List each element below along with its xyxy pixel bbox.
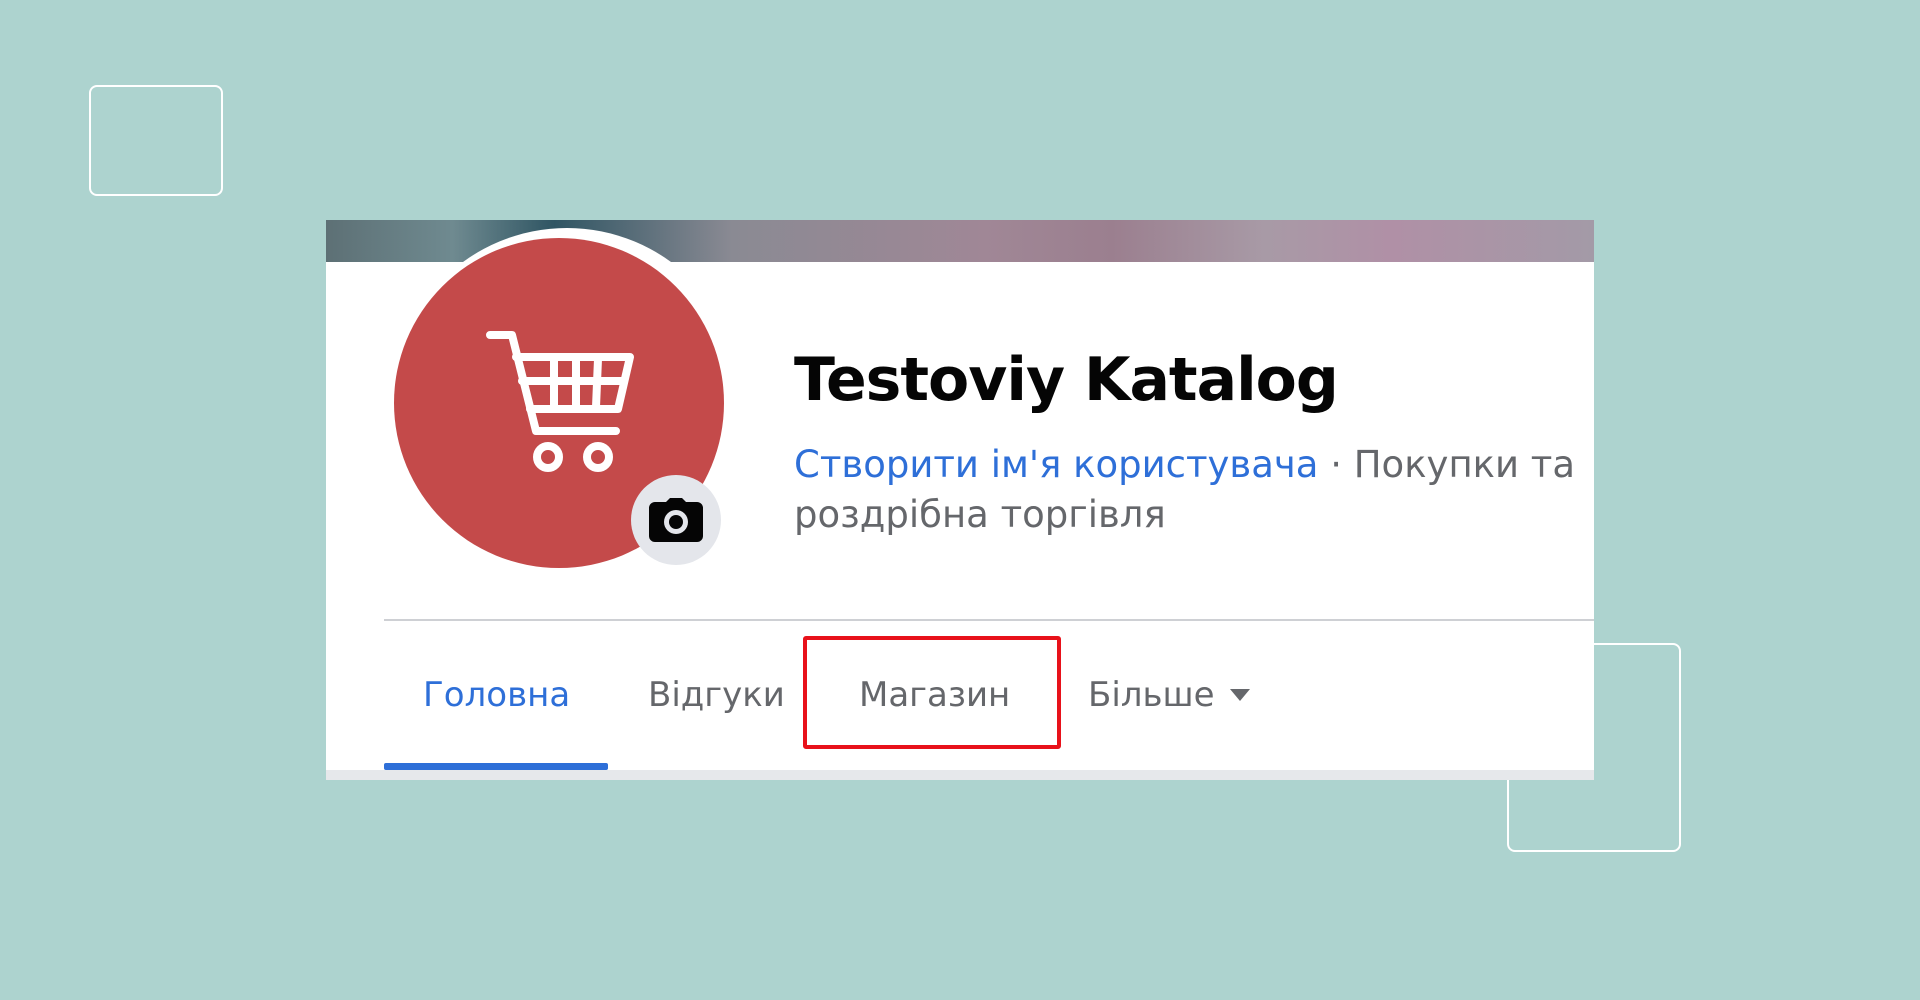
tab-more[interactable]: Більше	[1088, 675, 1251, 715]
caret-down-icon	[1229, 689, 1250, 701]
divider	[384, 619, 1594, 621]
page-profile-card: Testoviy Katalog Створити ім'я користува…	[326, 220, 1594, 780]
page-title: Testoviy Katalog	[794, 345, 1339, 415]
page-subtitle: Створити ім'я користувача · Покупки та р…	[794, 440, 1594, 540]
tab-more-label: Більше	[1088, 675, 1215, 715]
camera-icon[interactable]	[631, 475, 721, 565]
active-tab-indicator	[384, 763, 608, 770]
tab-home[interactable]: Головна	[423, 675, 570, 715]
tab-reviews[interactable]: Відгуки	[648, 675, 785, 715]
create-username-link[interactable]: Створити ім'я користувача	[794, 443, 1318, 486]
decorative-square-top-left	[89, 85, 223, 196]
shopping-cart-icon	[486, 331, 634, 472]
highlight-box	[803, 636, 1061, 749]
card-bottom-edge	[326, 770, 1594, 780]
subtitle-separator: ·	[1318, 443, 1354, 486]
